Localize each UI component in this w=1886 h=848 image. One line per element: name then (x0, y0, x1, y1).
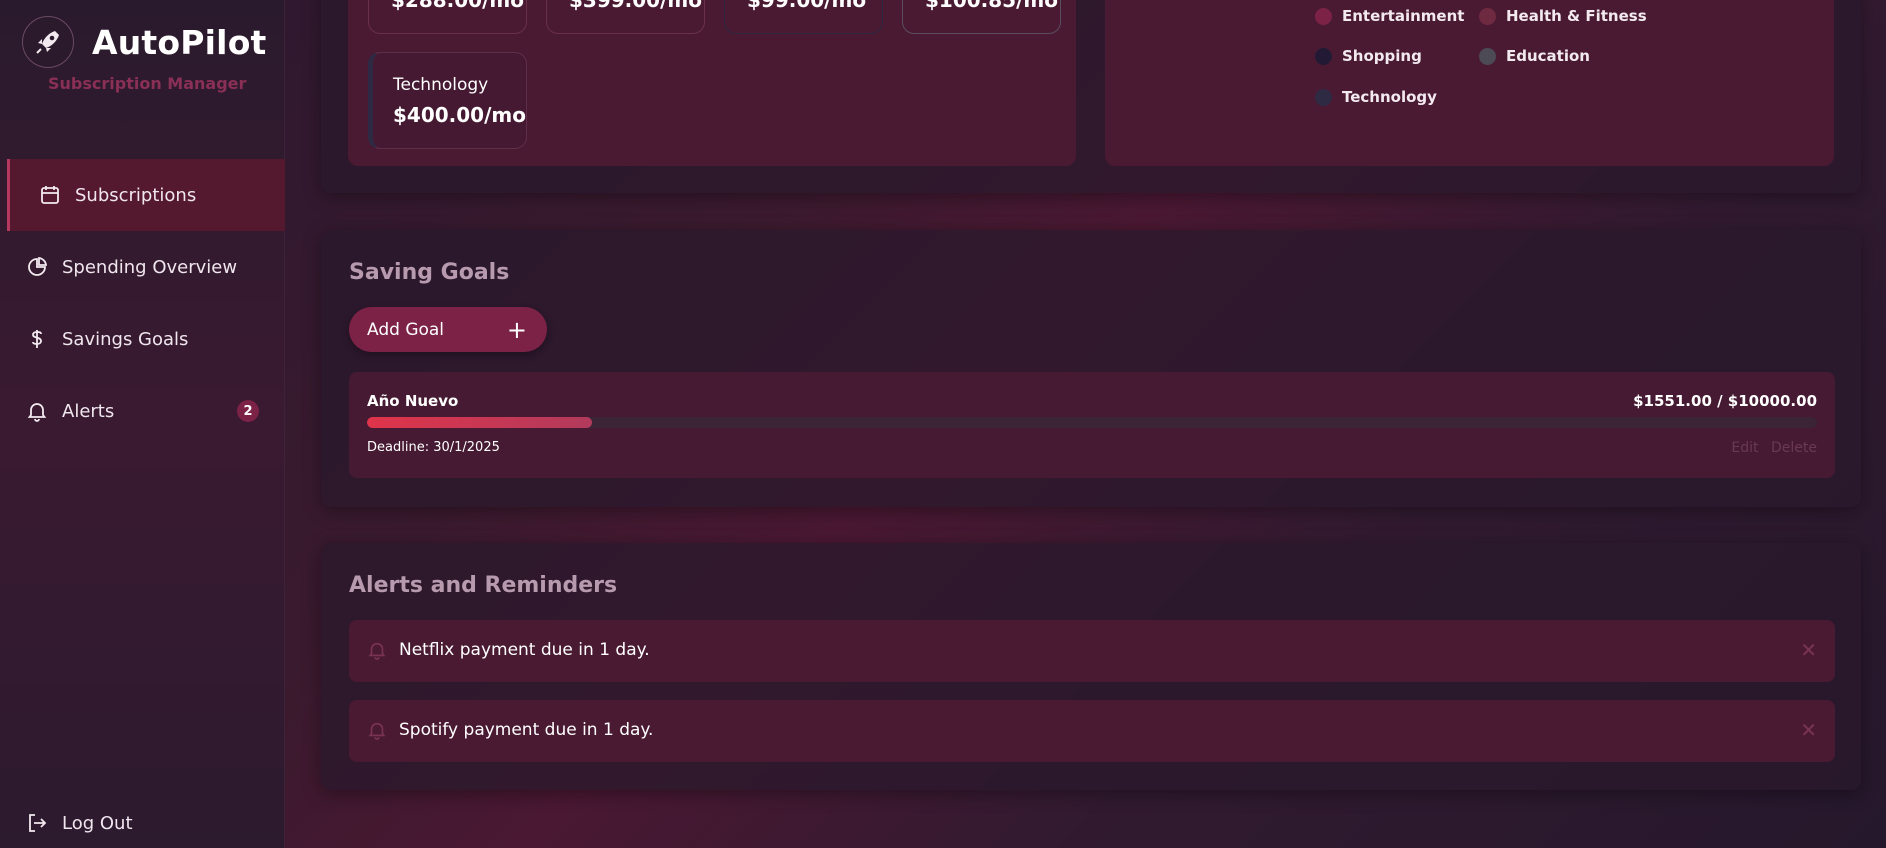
saving-goals-panel: Saving Goals Add Goal + Año Nuevo $1551.… (321, 230, 1861, 507)
alerts-count-badge: 2 (237, 400, 259, 422)
legend-item: Shopping (1315, 47, 1422, 65)
legend-label: Technology (1342, 88, 1437, 106)
goal-progress-fill (367, 417, 592, 428)
legend-dot (1479, 7, 1496, 25)
category-card[interactable]: $399.00/mo (546, 0, 705, 34)
goal-deadline: Deadline: 30/1/2025 (367, 440, 500, 455)
alerts-title: Alerts and Reminders (349, 573, 618, 598)
category-cards-container: $288.00/mo $399.00/mo $99.00/mo $100.85/… (348, 0, 1076, 166)
legend-label: Entertainment (1342, 7, 1465, 25)
dollar-icon (26, 328, 48, 350)
category-card[interactable]: $99.00/mo (724, 0, 883, 34)
delete-goal-button[interactable]: Delete (1771, 440, 1817, 456)
category-amount: $100.85/mo (925, 0, 1058, 12)
add-goal-button[interactable]: Add Goal + (349, 307, 547, 352)
category-card[interactable]: $100.85/mo (902, 0, 1061, 34)
sidebar-item-spending-overview[interactable]: Spending Overview (0, 231, 285, 303)
sidebar-item-label: Savings Goals (62, 328, 189, 350)
saving-goals-title: Saving Goals (349, 260, 510, 285)
sidebar-item-subscriptions[interactable]: Subscriptions (7, 159, 285, 231)
brand-subtitle: Subscription Manager (48, 74, 247, 93)
alert-item: Spotify payment due in 1 day. ✕ (349, 700, 1835, 762)
sidebar-item-alerts[interactable]: Alerts 2 (0, 375, 285, 447)
alerts-panel: Alerts and Reminders Netflix payment due… (321, 543, 1861, 790)
sidebar-item-label: Spending Overview (62, 256, 238, 278)
logout-button[interactable]: Log Out (26, 812, 133, 834)
legend-item: Technology (1315, 88, 1437, 106)
category-amount: $288.00/mo (391, 0, 524, 12)
goal-item: Año Nuevo $1551.00 / $10000.00 Deadline:… (349, 372, 1835, 478)
legend-dot (1315, 47, 1332, 65)
category-amount: $399.00/mo (569, 0, 702, 12)
calendar-icon (39, 184, 61, 206)
sidebar-item-label: Alerts (62, 400, 115, 422)
bell-icon (367, 640, 387, 664)
spending-categories-panel: $288.00/mo $399.00/mo $99.00/mo $100.85/… (321, 0, 1861, 193)
sidebar: AutoPilot Subscription Manager Subscript… (0, 0, 285, 848)
goal-progress-bar (367, 417, 1817, 428)
goal-name: Año Nuevo (367, 392, 459, 410)
legend-dot (1315, 7, 1332, 25)
alert-text: Netflix payment due in 1 day. (399, 640, 650, 660)
legend-item: Education (1479, 47, 1590, 65)
bell-icon (26, 400, 48, 422)
edit-goal-button[interactable]: Edit (1731, 440, 1758, 456)
alert-item: Netflix payment due in 1 day. ✕ (349, 620, 1835, 682)
category-label: Technology (393, 75, 489, 95)
legend-label: Health & Fitness (1506, 7, 1647, 25)
legend-label: Education (1506, 47, 1590, 65)
goal-amount: $1551.00 / $10000.00 (1633, 392, 1817, 410)
add-goal-label: Add Goal (367, 319, 445, 340)
legend-item: Health & Fitness (1479, 7, 1647, 25)
category-card-technology[interactable]: Technology $400.00/mo (368, 52, 527, 149)
legend-dot (1479, 47, 1496, 65)
bell-icon (367, 720, 387, 744)
rocket-logo-icon (22, 16, 74, 68)
category-amount: $99.00/mo (747, 0, 867, 12)
legend-label: Shopping (1342, 47, 1422, 65)
sidebar-item-savings-goals[interactable]: Savings Goals (0, 303, 285, 375)
category-legend: Entertainment Health & Fitness Shopping … (1105, 0, 1834, 166)
brand-title: AutoPilot (92, 22, 267, 62)
goal-actions: Edit Delete (1723, 440, 1817, 456)
logout-label: Log Out (62, 812, 133, 834)
pie-chart-icon (26, 256, 48, 278)
alert-text: Spotify payment due in 1 day. (399, 720, 654, 740)
dismiss-alert-icon[interactable]: ✕ (1800, 638, 1817, 662)
legend-dot (1315, 88, 1332, 106)
dismiss-alert-icon[interactable]: ✕ (1800, 718, 1817, 742)
sidebar-item-label: Subscriptions (75, 184, 197, 206)
brand: AutoPilot (22, 16, 267, 68)
category-amount: $400.00/mo (393, 103, 526, 127)
legend-item: Entertainment (1315, 7, 1464, 25)
category-card[interactable]: $288.00/mo (368, 0, 527, 34)
logout-icon (26, 812, 48, 834)
plus-icon: + (506, 316, 527, 344)
